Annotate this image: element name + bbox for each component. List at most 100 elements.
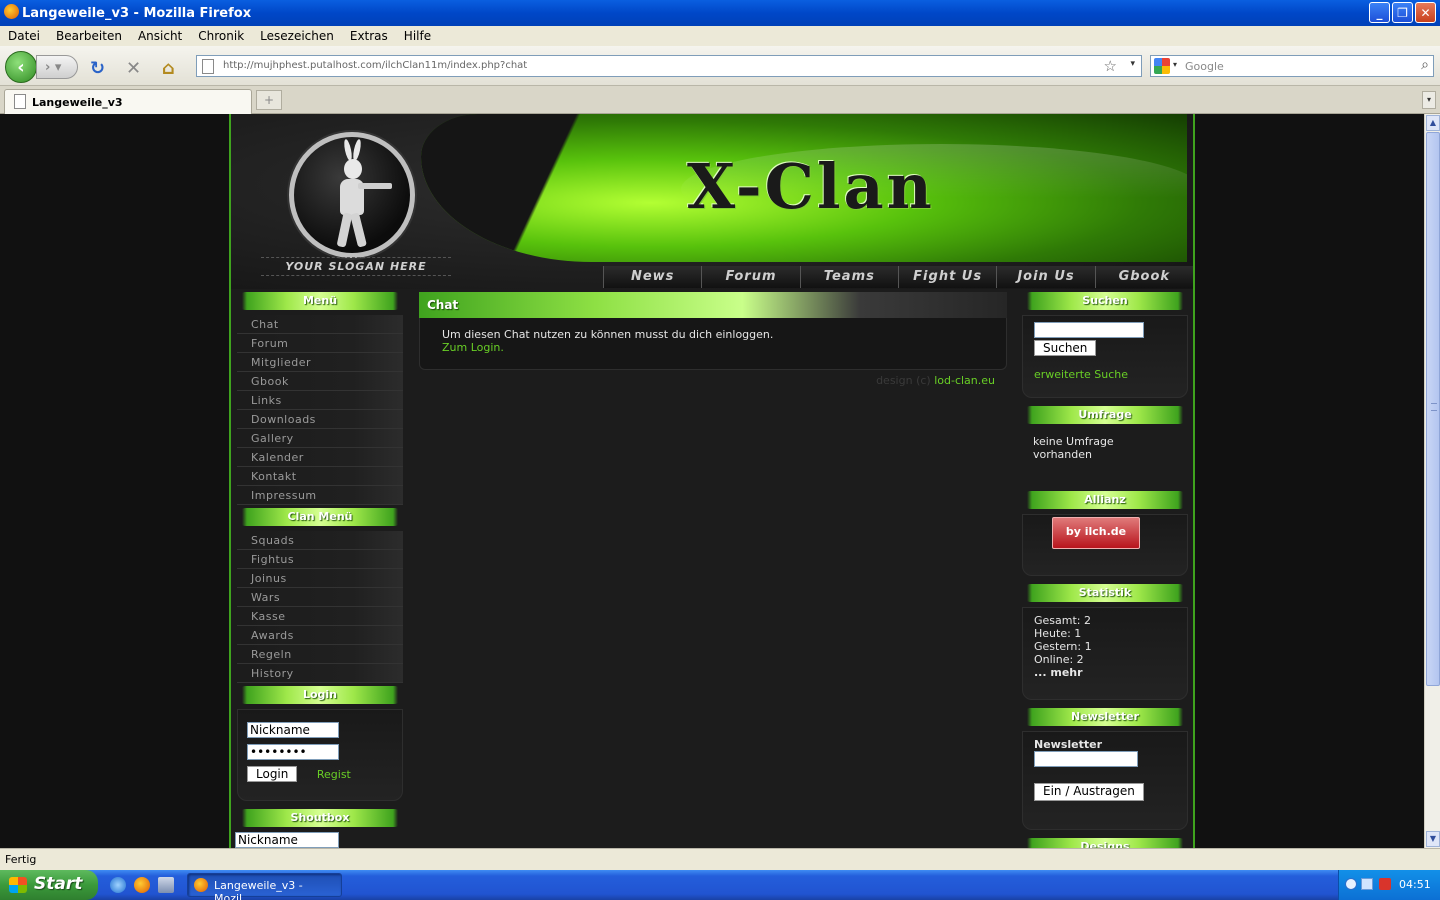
login-box: Nickname •••••••• Login Regist [237,709,403,801]
left-column: Menü Chat Forum Mitglieder Gbook Links D… [235,292,403,848]
menu-bearbeiten[interactable]: Bearbeiten [48,29,130,43]
url-bar[interactable]: http://mujhphest.putalhost.com/ilchClan1… [196,55,1142,77]
newsletter-box: Newsletter Ein / Austragen [1022,731,1188,830]
menu-link-gallery[interactable]: Gallery [237,429,403,448]
menu-extras[interactable]: Extras [342,29,396,43]
network-icon[interactable] [1361,878,1373,890]
password-input[interactable]: •••••••• [247,744,339,760]
status-bar: Fertig [0,848,1440,870]
scroll-thumb[interactable] [1426,132,1440,686]
scroll-down-button[interactable]: ▼ [1426,831,1440,847]
site-container: YOUR SLOGAN HERE X-Clan News Forum Teams… [229,114,1195,848]
design-credit: design (c) lod-clan.eu [419,370,1007,387]
right-column: Suchen Suchen erweiterte Suche Umfrage k… [1022,292,1188,848]
register-link[interactable]: Regist [317,768,351,781]
nickname-input[interactable]: Nickname [247,722,339,738]
tray-arrow-icon[interactable] [1345,878,1357,890]
site-search-input[interactable] [1034,322,1144,338]
search-bar[interactable]: ▾ Google ⌕ [1150,55,1434,77]
tab-list-button[interactable]: ▾ [1422,91,1436,109]
login-button[interactable]: Login [247,766,298,782]
allianz-box: by ilch.de [1022,514,1188,576]
advanced-search-link[interactable]: erweiterte Suche [1034,368,1128,381]
tab-langeweile[interactable]: Langeweile_v3 [4,89,252,114]
nav-forum[interactable]: Forum [701,266,799,288]
clan-link-kasse[interactable]: Kasse [237,607,403,626]
stats-box: Gesamt: 2 Heute: 1 Gestern: 1 Online: 2 … [1022,607,1188,700]
new-tab-button[interactable]: + [256,90,282,110]
top-navigation: News Forum Teams Fight Us Join Us Gbook [603,266,1193,288]
menu-link-downloads[interactable]: Downloads [237,410,403,429]
tab-label: Langeweile_v3 [32,96,123,109]
clan-link-history[interactable]: History [237,664,403,683]
google-icon[interactable] [1154,58,1170,74]
nav-gbook[interactable]: Gbook [1094,266,1193,288]
stat-online: Online: 2 [1034,653,1084,666]
reload-icon[interactable]: ↻ [90,58,105,79]
nav-fight-us[interactable]: Fight Us [897,266,996,288]
menu-link-kontakt[interactable]: Kontakt [237,467,403,486]
url-dropdown-icon[interactable]: ▾ [1130,59,1135,69]
menu-hilfe[interactable]: Hilfe [396,29,439,43]
stats-more-link[interactable]: ... mehr [1034,666,1176,679]
stats-box-title: Statistik [1022,584,1188,602]
menu-ansicht[interactable]: Ansicht [130,29,190,43]
nav-join-us[interactable]: Join Us [996,266,1094,288]
clan-link-wars[interactable]: Wars [237,588,403,607]
maximize-button[interactable]: ❐ [1392,2,1413,23]
clan-link-squads[interactable]: Squads [237,531,403,550]
nav-teams[interactable]: Teams [799,266,898,288]
shoutbox-nickname-input[interactable]: Nickname [235,832,339,848]
home-icon[interactable]: ⌂ [162,58,175,79]
newsletter-button[interactable]: Ein / Austragen [1034,783,1144,801]
media-quicklaunch-icon[interactable] [158,877,174,893]
site-search-button[interactable]: Suchen [1034,340,1097,356]
url-text: http://mujhphest.putalhost.com/ilchClan1… [223,60,528,71]
menu-lesezeichen[interactable]: Lesezeichen [252,29,342,43]
start-button[interactable]: Start [0,870,98,900]
clan-link-awards[interactable]: Awards [237,626,403,645]
taskbar-firefox-window[interactable]: Langeweile_v3 - Mozil... [187,873,342,900]
scroll-up-button[interactable]: ▲ [1426,115,1440,131]
menu-link-chat[interactable]: Chat [237,315,403,334]
stop-icon[interactable]: ✕ [126,58,141,79]
menu-chronik[interactable]: Chronik [190,29,252,43]
site-title: X-Clan [687,150,935,223]
ie-quicklaunch-icon[interactable] [110,877,126,893]
main-menu: Chat Forum Mitglieder Gbook Links Downlo… [237,315,403,505]
menu-link-mitglieder[interactable]: Mitglieder [237,353,403,372]
bookmark-star-icon[interactable]: ☆ [1104,57,1117,75]
menu-link-impressum[interactable]: Impressum [237,486,403,505]
vertical-scrollbar[interactable]: ▲ ▼ [1424,114,1440,848]
menu-link-kalender[interactable]: Kalender [237,448,403,467]
clan-link-joinus[interactable]: Joinus [237,569,403,588]
taskbar-item-label: Langeweile_v3 - Mozil... [214,879,303,900]
poll-text: keine Umfrage vorhanden [1033,435,1114,461]
menu-link-links[interactable]: Links [237,391,403,410]
close-button[interactable]: ✕ [1415,2,1436,23]
menu-link-forum[interactable]: Forum [237,334,403,353]
newsletter-box-title: Newsletter [1022,708,1188,726]
engine-dropdown-icon[interactable]: ▾ [1173,60,1177,69]
menu-link-gbook[interactable]: Gbook [237,372,403,391]
menu-datei[interactable]: Datei [0,29,48,43]
credit-link[interactable]: lod-clan.eu [934,374,995,387]
minimize-button[interactable]: _ [1369,2,1390,23]
clan-link-regeln[interactable]: Regeln [237,645,403,664]
ilch-badge[interactable]: by ilch.de [1052,517,1140,549]
search-placeholder: Google [1185,60,1224,73]
shield-icon[interactable] [1379,878,1391,890]
nav-news[interactable]: News [603,266,701,288]
screen: Langeweile_v3 - Mozilla Firefox _ ❐ ✕ Da… [0,0,1440,900]
newsletter-email-input[interactable] [1034,751,1138,767]
back-button[interactable]: ‹ [5,51,37,83]
search-icon[interactable]: ⌕ [1421,57,1429,73]
main-content: Chat Um diesen Chat nutzen zu können mus… [419,292,1007,387]
menu-bar: Datei Bearbeiten Ansicht Chronik Lesezei… [0,26,1440,46]
chat-login-link[interactable]: Zum Login. [442,341,984,354]
clan-logo [289,132,415,258]
firefox-quicklaunch-icon[interactable] [134,877,150,893]
clock: 04:51 [1399,878,1431,891]
clan-link-fightus[interactable]: Fightus [237,550,403,569]
forward-button[interactable]: › ▾ [36,55,78,79]
